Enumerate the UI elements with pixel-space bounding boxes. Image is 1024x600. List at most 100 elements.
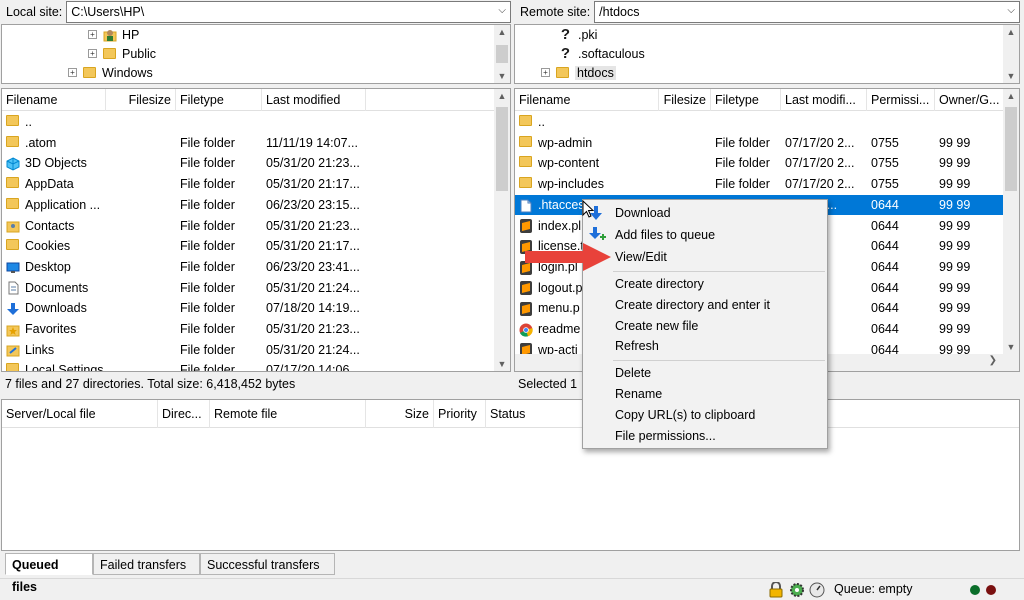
scroll-up-icon[interactable]: ▲ bbox=[1003, 91, 1019, 101]
table-row[interactable]: Downloads File folder 07/18/20 14:19... bbox=[2, 298, 494, 318]
column-filename[interactable]: Filename bbox=[515, 89, 659, 111]
expand-icon[interactable]: + bbox=[88, 49, 97, 58]
scroll-down-icon[interactable]: ▼ bbox=[494, 71, 510, 81]
local-site-path-input[interactable]: C:\Users\HP\ ⌵ bbox=[66, 1, 511, 23]
scroll-down-icon[interactable]: ▼ bbox=[1003, 342, 1019, 352]
chevron-down-icon[interactable]: ⌵ bbox=[1007, 5, 1015, 16]
menu-item-add-files-to-queue[interactable]: Add files to queue bbox=[615, 225, 715, 246]
column-owner-group[interactable]: Owner/G... bbox=[935, 89, 1005, 111]
owner-group-cell: 99 99 bbox=[939, 259, 971, 274]
scroll-down-icon[interactable]: ▼ bbox=[494, 359, 510, 369]
tree-item-windows[interactable]: + Windows bbox=[68, 63, 153, 82]
menu-item-download[interactable]: Download bbox=[615, 203, 671, 224]
queue-status: Queue: empty bbox=[834, 582, 913, 596]
filename-cell: Cookies bbox=[2, 236, 176, 256]
tree-item-public[interactable]: + Public bbox=[88, 44, 156, 63]
menu-item-view-edit[interactable]: View/Edit bbox=[615, 247, 667, 268]
last-modified-cell: 05/31/20 21:17... bbox=[266, 239, 360, 254]
speed-limit-icon[interactable] bbox=[809, 582, 825, 598]
expand-icon[interactable]: + bbox=[541, 68, 550, 77]
column-size[interactable]: Size bbox=[366, 400, 434, 428]
table-row[interactable]: wp-includes File folder 07/17/20 2... 0755 9… bbox=[515, 174, 1003, 194]
column-filesize[interactable]: Filesize bbox=[106, 89, 176, 111]
mouse-pointer-icon bbox=[582, 200, 594, 218]
column-direction[interactable]: Direc... bbox=[158, 400, 210, 428]
scroll-thumb[interactable] bbox=[1005, 107, 1017, 191]
scroll-up-icon[interactable]: ▲ bbox=[1003, 27, 1019, 37]
local-site-path: C:\Users\HP\ bbox=[71, 5, 145, 19]
table-row[interactable]: AppData File folder 05/31/20 21:17... bbox=[2, 174, 494, 194]
table-row[interactable]: Local Settings File folder 07/17/20 14:06.… bbox=[2, 360, 494, 371]
filetype-cell: File folder bbox=[180, 342, 235, 357]
table-row[interactable]: Links File folder 05/31/20 21:24... bbox=[2, 340, 494, 360]
table-row[interactable]: .atom File folder 11/11/19 14:07... bbox=[2, 133, 494, 153]
tree-item-softaculous[interactable]: ? .softaculous bbox=[559, 44, 645, 63]
column-last-modified[interactable]: Last modified bbox=[262, 89, 366, 111]
menu-item-file-permissions[interactable]: File permissions... bbox=[615, 426, 716, 447]
permissions-cell: 0755 bbox=[871, 177, 899, 192]
column-permissions[interactable]: Permissi... bbox=[867, 89, 935, 111]
scroll-thumb[interactable] bbox=[496, 45, 508, 63]
folder-icon bbox=[103, 48, 116, 59]
column-remote-file[interactable]: Remote file bbox=[210, 400, 366, 428]
tab-successful-transfers[interactable]: Successful transfers bbox=[200, 553, 335, 575]
column-filesize[interactable]: Filesize bbox=[659, 89, 711, 111]
menu-item-create-directory-enter[interactable]: Create directory and enter it bbox=[615, 295, 770, 316]
column-status[interactable]: Status bbox=[486, 400, 586, 428]
scroll-up-icon[interactable]: ▲ bbox=[494, 91, 510, 101]
table-row[interactable]: Cookies File folder 05/31/20 21:17... bbox=[2, 236, 494, 256]
local-site-bar: Local site: C:\Users\HP\ ⌵ bbox=[0, 0, 511, 24]
table-row[interactable]: Documents File folder 05/31/20 21:24... bbox=[2, 278, 494, 298]
tree-item-htdocs[interactable]: + htdocs bbox=[541, 63, 616, 82]
tab-queued-files[interactable]: Queued files bbox=[5, 553, 93, 594]
column-filetype[interactable]: Filetype bbox=[711, 89, 781, 111]
table-row[interactable]: Desktop File folder 06/23/20 23:41... bbox=[2, 257, 494, 277]
remote-tree-scrollbar[interactable]: ▲ ▼ bbox=[1003, 25, 1019, 83]
column-last-modified[interactable]: Last modifi... bbox=[781, 89, 867, 111]
remote-site-path-input[interactable]: /htdocs ⌵ bbox=[594, 1, 1020, 23]
filename-cell: Contacts bbox=[2, 216, 176, 236]
menu-item-refresh[interactable]: Refresh bbox=[615, 336, 659, 357]
folder-icon bbox=[519, 115, 532, 126]
table-row[interactable]: wp-content File folder 07/17/20 2... 0755 99… bbox=[515, 153, 1003, 173]
tree-item-label: HP bbox=[122, 27, 140, 42]
scroll-thumb[interactable] bbox=[496, 107, 508, 191]
filename-cell: Application ... bbox=[2, 195, 176, 215]
remote-list-scrollbar[interactable]: ▲ ▼ bbox=[1003, 89, 1019, 354]
menu-item-create-directory[interactable]: Create directory bbox=[615, 274, 704, 295]
tab-failed-transfers[interactable]: Failed transfers bbox=[93, 553, 200, 575]
table-row[interactable]: 3D Objects File folder 05/31/20 21:23... bbox=[2, 153, 494, 173]
expand-icon[interactable]: + bbox=[68, 68, 77, 77]
filename-cell: Favorites bbox=[2, 319, 176, 339]
column-filename[interactable]: Filename bbox=[2, 89, 106, 111]
menu-item-copy-url[interactable]: Copy URL(s) to clipboard bbox=[615, 405, 755, 426]
tree-item-hp[interactable]: + HP bbox=[88, 25, 139, 44]
filename-text: wp-admin bbox=[538, 135, 593, 150]
tree-item-pki[interactable]: ? .pki bbox=[559, 25, 598, 44]
menu-item-rename[interactable]: Rename bbox=[615, 384, 662, 405]
table-row[interactable]: Application ... File folder 06/23/20 23:15… bbox=[2, 195, 494, 215]
table-row[interactable]: .. bbox=[2, 112, 494, 132]
filename-text: Documents bbox=[25, 280, 89, 295]
local-tree-scrollbar[interactable]: ▲ ▼ bbox=[494, 25, 510, 83]
scroll-down-icon[interactable]: ▼ bbox=[1003, 71, 1019, 81]
last-modified-cell: 05/31/20 21:23... bbox=[266, 156, 360, 171]
chevron-down-icon[interactable]: ⌵ bbox=[498, 5, 506, 16]
annotation-arrow-icon bbox=[525, 243, 611, 271]
remote-site-path: /htdocs bbox=[599, 5, 640, 19]
local-tree: + HP + Public + Windows ▲ ▼ bbox=[1, 24, 511, 84]
table-row[interactable]: Contacts File folder 05/31/20 21:23... bbox=[2, 216, 494, 236]
menu-item-create-new-file[interactable]: Create new file bbox=[615, 316, 698, 337]
table-row[interactable]: .. bbox=[515, 112, 1003, 132]
table-row[interactable]: Favorites File folder 05/31/20 21:23... bbox=[2, 319, 494, 339]
column-filetype[interactable]: Filetype bbox=[176, 89, 262, 111]
table-row[interactable]: wp-admin File folder 07/17/20 2... 0755 99 9… bbox=[515, 133, 1003, 153]
scroll-right-icon[interactable]: ❯ bbox=[989, 355, 997, 366]
column-server-local-file[interactable]: Server/Local file bbox=[2, 400, 158, 428]
expand-icon[interactable]: + bbox=[88, 30, 97, 39]
column-priority[interactable]: Priority bbox=[434, 400, 486, 428]
scroll-up-icon[interactable]: ▲ bbox=[494, 27, 510, 37]
local-list-scrollbar[interactable]: ▲ ▼ bbox=[494, 89, 510, 371]
folder-icon bbox=[6, 115, 19, 126]
menu-item-delete[interactable]: Delete bbox=[615, 363, 651, 384]
